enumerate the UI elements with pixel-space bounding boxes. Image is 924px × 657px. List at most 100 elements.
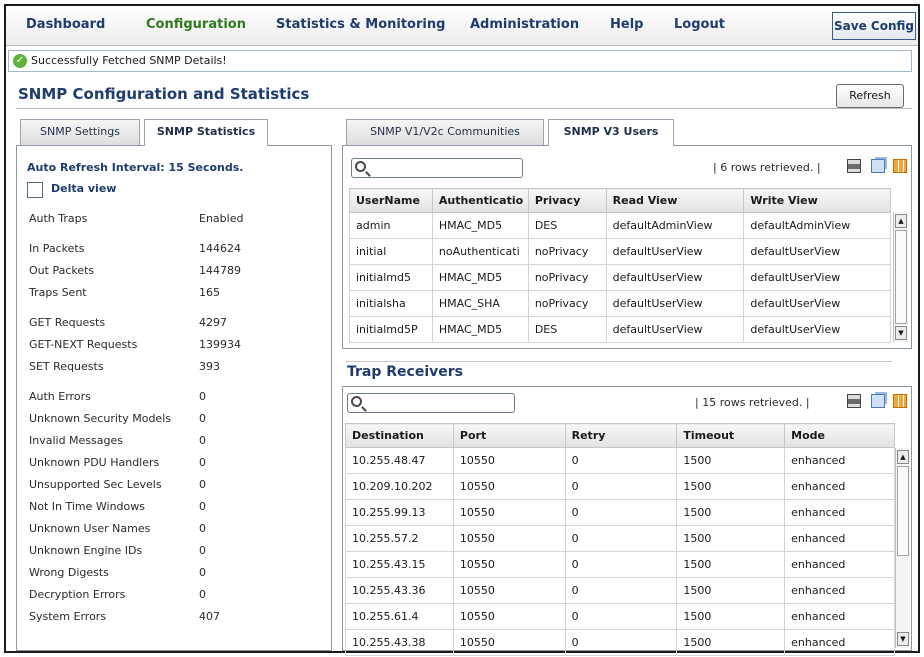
trap-receivers-panel: | 15 rows retrieved. | Destination Port … <box>342 386 912 656</box>
users-scroll-thumb[interactable] <box>895 230 907 324</box>
print-icon[interactable] <box>847 159 861 173</box>
tab-snmp-v3-users[interactable]: SNMP V3 Users <box>548 119 674 146</box>
cell: admin <box>349 212 433 239</box>
trap-receivers-title: Trap Receivers <box>347 364 463 380</box>
copy-icon[interactable] <box>871 159 885 173</box>
col-header-read-view[interactable]: Read View <box>605 188 745 213</box>
stat-value-not-in-time-windows: 0 <box>199 500 206 513</box>
nav-logout[interactable]: Logout <box>674 17 725 32</box>
stat-value-invalid-messages: 0 <box>199 434 206 447</box>
cell: noPrivacy <box>527 238 607 265</box>
table-row[interactable]: 10.209.10.202 10550 0 1500 enhanced <box>345 473 895 500</box>
col-header-write-view[interactable]: Write View <box>743 188 891 213</box>
columns-icon[interactable] <box>893 394 907 408</box>
delta-view-checkbox[interactable] <box>27 182 43 198</box>
cell: HMAC_SHA <box>431 290 529 317</box>
nav-statistics-monitoring[interactable]: Statistics & Monitoring <box>276 17 445 32</box>
stat-value-get-requests: 4297 <box>199 316 227 329</box>
cell: defaultUserView <box>605 316 745 343</box>
col-header-port[interactable]: Port <box>452 423 566 448</box>
scroll-down-icon[interactable]: ▼ <box>895 326 907 340</box>
col-header-destination[interactable]: Destination <box>345 423 454 448</box>
stat-label-decryption-errors: Decryption Errors <box>29 588 126 601</box>
tab-snmp-v1v2c-communities[interactable]: SNMP V1/V2c Communities <box>346 119 544 145</box>
table-row[interactable]: 10.255.57.2 10550 0 1500 enhanced <box>345 525 895 552</box>
cell: 1500 <box>676 525 786 552</box>
cell: 1500 <box>676 629 786 656</box>
cell: initialmd5P <box>349 316 433 343</box>
trap-rows-retrieved: | 15 rows retrieved. | <box>695 396 810 409</box>
stat-label-unknown-security-models: Unknown Security Models <box>29 412 171 425</box>
table-row[interactable]: 10.255.43.36 10550 0 1500 enhanced <box>345 577 895 604</box>
users-scrollbar[interactable]: ▲ ▼ <box>893 212 908 342</box>
table-row[interactable]: 10.255.61.4 10550 0 1500 enhanced <box>345 603 895 630</box>
nav-help[interactable]: Help <box>610 17 643 32</box>
status-message: Successfully Fetched SNMP Details! <box>31 54 227 67</box>
table-row[interactable]: initialmd5P HMAC_MD5 DES defaultUserView def… <box>349 316 891 343</box>
col-header-retry[interactable]: Retry <box>564 423 678 448</box>
trap-scroll-thumb[interactable] <box>897 466 909 556</box>
table-row[interactable]: initial noAuthenticati noPrivacy defaultUse… <box>349 238 891 265</box>
search-icon <box>355 161 366 172</box>
table-row[interactable]: 10.255.43.15 10550 0 1500 enhanced <box>345 551 895 578</box>
stat-label-auth-errors: Auth Errors <box>29 390 91 403</box>
search-icon <box>351 396 362 407</box>
trap-search-input[interactable] <box>347 393 515 413</box>
cell: 10550 <box>452 473 566 500</box>
refresh-button[interactable]: Refresh <box>836 84 904 108</box>
cell: defaultUserView <box>605 264 745 291</box>
cell: 10550 <box>452 629 566 656</box>
print-icon[interactable] <box>847 394 861 408</box>
stat-label-system-errors: System Errors <box>29 610 107 623</box>
col-header-authentication[interactable]: Authenticatio <box>431 188 529 213</box>
save-config-button[interactable]: Save Config <box>832 12 916 40</box>
cell: 10550 <box>452 499 566 526</box>
cell: 10.255.57.2 <box>345 525 454 552</box>
nav-configuration[interactable]: Configuration <box>146 17 246 32</box>
cell: 0 <box>564 629 678 656</box>
col-header-username[interactable]: UserName <box>349 188 433 213</box>
stat-value-get-next-requests: 139934 <box>199 338 241 351</box>
users-table-header: UserName Authenticatio Privacy Read View… <box>349 188 891 213</box>
scroll-up-icon[interactable]: ▲ <box>895 214 907 228</box>
stat-value-unknown-pdu-handlers: 0 <box>199 456 206 469</box>
col-header-privacy[interactable]: Privacy <box>527 188 607 213</box>
trap-scrollbar[interactable]: ▲ ▼ <box>895 448 910 648</box>
stat-value-auth-traps: Enabled <box>199 212 244 225</box>
table-row[interactable]: initialmd5 HMAC_MD5 noPrivacy defaultUserVi… <box>349 264 891 291</box>
users-search-input[interactable] <box>351 158 523 178</box>
copy-icon[interactable] <box>871 394 885 408</box>
table-row[interactable]: 10.255.43.38 10550 0 1500 enhanced <box>345 629 895 656</box>
col-header-mode[interactable]: Mode <box>784 423 895 448</box>
cell: defaultAdminView <box>605 212 745 239</box>
delta-view-label: Delta view <box>51 182 117 195</box>
cell: 10.255.61.4 <box>345 603 454 630</box>
nav-administration[interactable]: Administration <box>470 17 579 32</box>
app-frame: Dashboard Configuration Statistics & Mon… <box>4 4 920 656</box>
page-title: SNMP Configuration and Statistics <box>18 85 310 103</box>
table-row[interactable]: admin HMAC_MD5 DES defaultAdminView defaultA… <box>349 212 891 239</box>
table-row[interactable]: initialsha HMAC_SHA noPrivacy defaultUserVi… <box>349 290 891 317</box>
cell: enhanced <box>784 473 895 500</box>
cell: defaultUserView <box>743 316 891 343</box>
cell: enhanced <box>784 447 895 474</box>
table-row[interactable]: 10.255.48.47 10550 0 1500 enhanced <box>345 447 895 474</box>
tab-snmp-settings[interactable]: SNMP Settings <box>20 119 140 145</box>
scroll-down-icon[interactable]: ▼ <box>897 632 909 646</box>
col-header-timeout[interactable]: Timeout <box>676 423 786 448</box>
columns-icon[interactable] <box>893 159 907 173</box>
scroll-up-icon[interactable]: ▲ <box>897 450 909 464</box>
cell: 1500 <box>676 447 786 474</box>
cell: initial <box>349 238 433 265</box>
nav-dashboard[interactable]: Dashboard <box>26 17 105 32</box>
cell: 10.255.48.47 <box>345 447 454 474</box>
cell: 0 <box>564 577 678 604</box>
cell: noPrivacy <box>527 290 607 317</box>
cell: 10.255.43.15 <box>345 551 454 578</box>
table-row[interactable]: 10.255.99.13 10550 0 1500 enhanced <box>345 499 895 526</box>
tab-snmp-statistics[interactable]: SNMP Statistics <box>144 119 268 146</box>
stat-label-out-packets: Out Packets <box>29 264 95 277</box>
stat-value-auth-errors: 0 <box>199 390 206 403</box>
stat-label-get-requests: GET Requests <box>29 316 106 329</box>
cell: 10.209.10.202 <box>345 473 454 500</box>
